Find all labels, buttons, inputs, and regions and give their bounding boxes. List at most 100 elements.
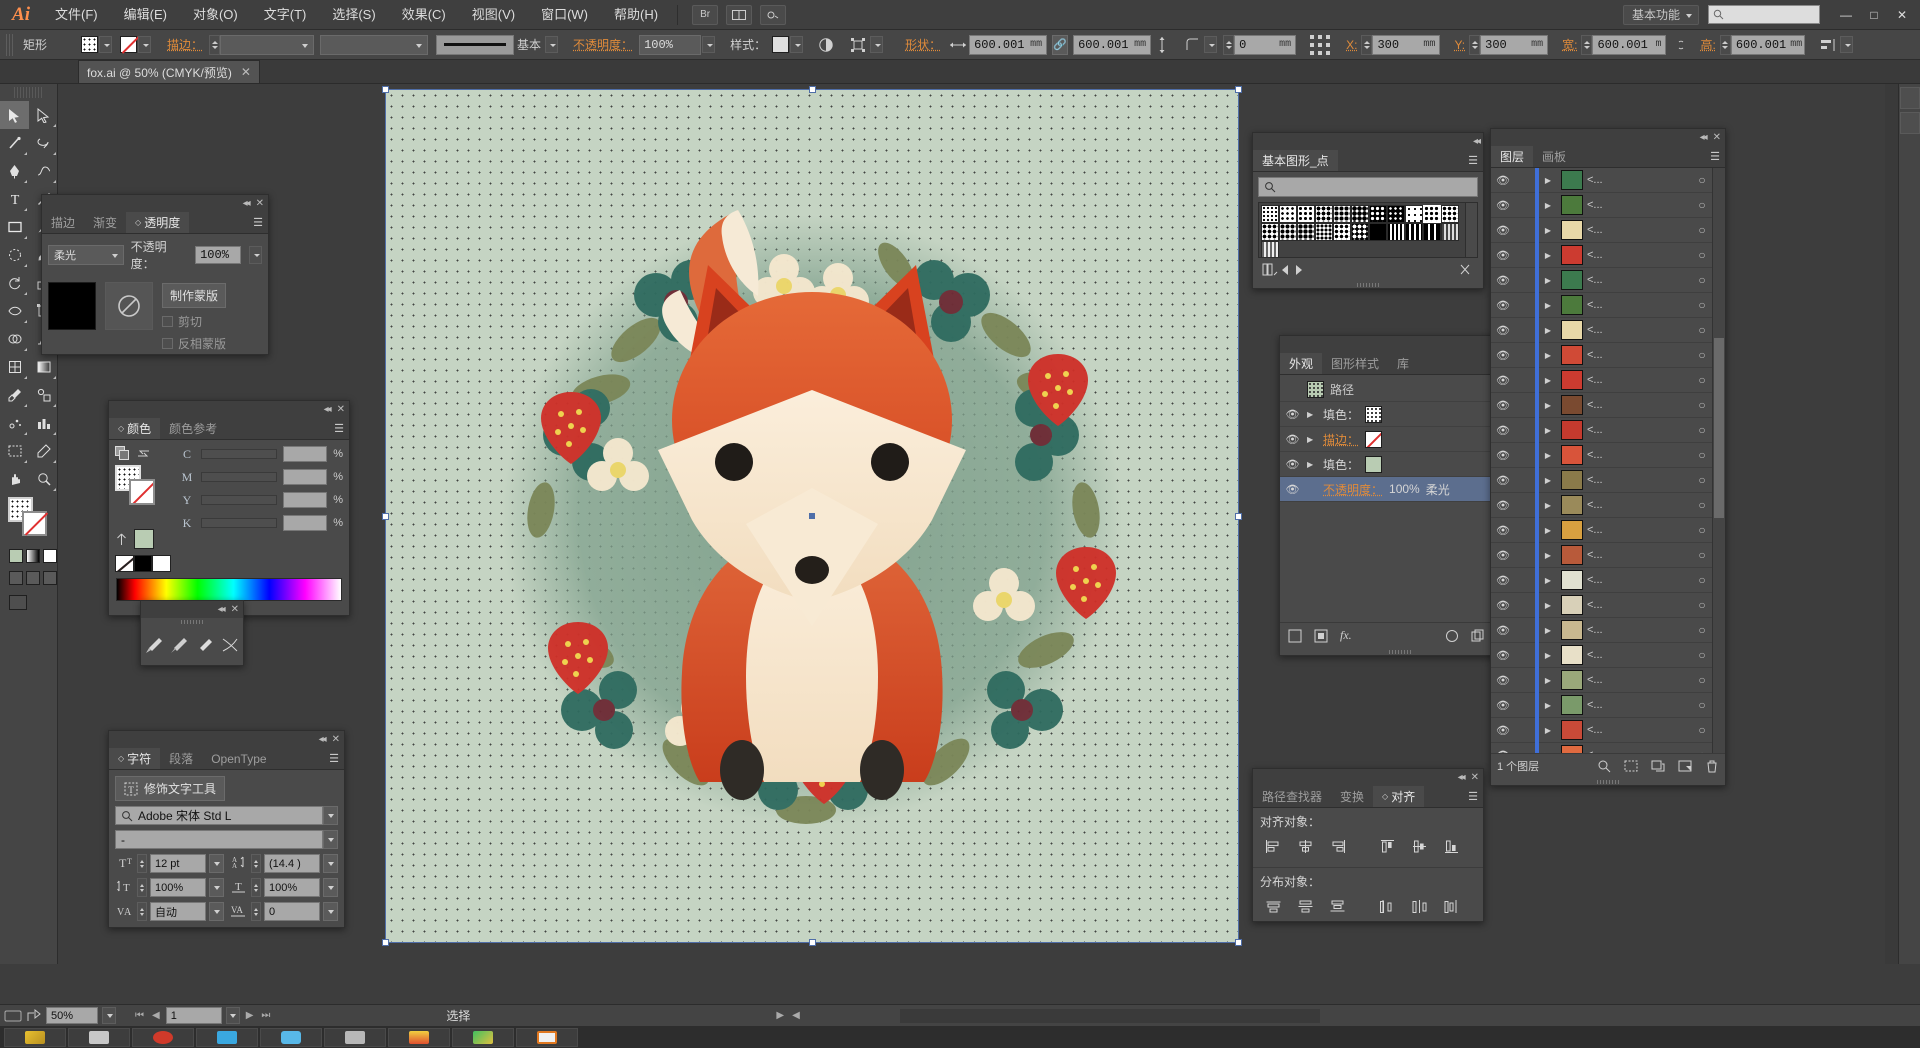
menu-type[interactable]: 文字(T) [251,0,320,30]
tab-color-guide[interactable]: 颜色参考 [160,418,226,439]
layer-visibility-icon[interactable]: 👁 [1491,699,1515,712]
layer-name[interactable]: <... [1587,649,1691,661]
add-new-fill-icon[interactable] [1314,629,1328,643]
layer-target-icon[interactable]: ○ [1691,623,1713,637]
shapes-grid-scrollbar[interactable] [1465,203,1477,257]
corner-type-icon[interactable] [1181,34,1203,56]
leading-dropdown-icon[interactable] [323,854,338,873]
tab-paragraph[interactable]: 段落 [160,748,202,769]
mask-thumbnail[interactable] [105,282,153,330]
tab-shapes-library[interactable]: 基本图形_点 [1253,150,1338,171]
h-stepper[interactable] [1719,34,1731,55]
layer-target-icon[interactable]: ○ [1691,223,1713,237]
swatch-dot-3[interactable] [1297,205,1315,223]
white-swatch[interactable] [152,555,172,572]
menu-file[interactable]: 文件(F) [42,0,111,30]
layer-visibility-icon[interactable]: 👁 [1491,724,1515,737]
current-fill-color[interactable] [134,529,154,549]
close-icon[interactable]: ✕ [332,734,340,745]
layer-visibility-icon[interactable]: 👁 [1491,624,1515,637]
font-family-input[interactable]: Adobe 宋体 Std L [115,806,323,825]
fill-stroke-indicator[interactable] [8,497,57,543]
layer-visibility-icon[interactable]: 👁 [1491,424,1515,437]
artboard-number-field[interactable]: 1 [165,1007,222,1024]
none-button[interactable] [43,549,57,563]
layer-row[interactable]: 👁 ▶ <...○ [1491,492,1725,518]
panel-menu-icon[interactable]: ☰ [329,748,344,769]
collapse-icon[interactable]: ◂◂ [319,734,327,745]
layer-visibility-icon[interactable]: 👁 [1491,399,1515,412]
tab-transform[interactable]: 变换 [1331,786,1373,807]
lasso-tool[interactable] [29,129,58,157]
none-swatch[interactable] [115,555,134,572]
invert-mask-checkbox-row[interactable]: 反相蒙版 [162,335,226,352]
layer-visibility-icon[interactable]: 👁 [1491,474,1515,487]
panel-menu-icon[interactable]: ☰ [1468,786,1483,807]
swatch-dot-2[interactable] [1279,205,1297,223]
layer-name[interactable]: <... [1587,349,1691,361]
close-icon[interactable]: ✕ [231,604,239,615]
layer-name[interactable]: <... [1587,674,1691,686]
swatch-dot-7[interactable] [1369,205,1387,223]
layers-panel-resize-grip[interactable] [1491,778,1725,785]
delete-layer-icon[interactable] [1705,759,1719,773]
stroke-swatch[interactable] [1365,430,1383,448]
layer-row[interactable]: 👁 ▶ <...○ [1491,692,1725,718]
layer-expand-icon[interactable]: ▶ [1539,451,1557,460]
layers-list[interactable]: 👁 ▶ <... ○ 👁 ▶ <... ○ 👁 ▶ <... ○ 👁 ▶ <... ○ 👁 ▶ <... ○ 👁 ▶ <..… [1491,168,1725,753]
stroke-swatch[interactable] [120,36,138,53]
graphic-style-swatch[interactable] [772,36,790,53]
swatch-solid-black[interactable] [1369,223,1387,241]
appearance-fill-row-1[interactable]: 👁 ▶ 填色： [1280,402,1519,427]
horizontal-scale-input[interactable]: 100% [264,878,320,897]
tab-stroke[interactable]: 描边 [42,212,84,233]
direct-selection-tool[interactable] [29,101,58,129]
shape-label[interactable]: 形状： [899,36,947,53]
arrange-documents-icon[interactable] [726,4,753,25]
appearance-opacity-label[interactable]: 不透明度： [1323,481,1383,498]
layer-target-icon[interactable]: ○ [1691,698,1713,712]
workspace-switcher-icon[interactable] [760,4,787,25]
layer-expand-icon[interactable]: ▶ [1539,476,1557,485]
panel-menu-icon[interactable]: ☰ [253,212,268,233]
layer-expand-icon[interactable]: ▶ [1539,551,1557,560]
tab-appearance[interactable]: 外观 [1280,353,1323,374]
taskbar-item-2[interactable] [68,1027,130,1047]
font-size-dropdown-icon[interactable] [209,854,224,873]
layer-row[interactable]: 👁 ▶ <...○ [1491,168,1725,193]
layer-row[interactable]: 👁 ▶ <...○ [1491,267,1725,293]
layer-name[interactable]: <... [1587,424,1691,436]
opacity-label[interactable]: 不透明度： [567,36,639,53]
layer-visibility-icon[interactable]: 👁 [1491,449,1515,462]
selection-handle-bc[interactable] [809,939,816,946]
gradient-tool[interactable] [29,353,58,381]
selection-handle-br[interactable] [1235,939,1242,946]
panel-menu-icon[interactable]: ☰ [1710,146,1725,167]
curvature-tool[interactable] [29,157,58,185]
transparency-opacity-field[interactable]: 100% [195,246,242,264]
taskbar-item-4[interactable] [196,1027,258,1047]
align-top-button[interactable] [1374,836,1400,856]
distribute-center-vertical-button[interactable] [1292,896,1318,916]
swatch-dot-16[interactable] [1351,223,1369,241]
layer-target-icon[interactable]: ○ [1691,648,1713,662]
selection-handle-mr[interactable] [1235,513,1242,520]
layer-expand-icon[interactable]: ▶ [1539,576,1557,585]
distribute-bottom-button[interactable] [1324,896,1350,916]
layer-row[interactable]: 👁 ▶ <...○ [1491,242,1725,268]
layer-visibility-icon[interactable]: 👁 [1491,199,1515,212]
vertical-scale-stepper[interactable] [137,878,147,897]
normal-screen-mode-icon[interactable] [9,571,23,585]
layer-row[interactable]: 👁 ▶ <...○ [1491,467,1725,493]
swatch-dot-4[interactable] [1315,205,1333,223]
layer-name[interactable]: <... [1587,574,1691,586]
clip-checkbox[interactable] [162,316,173,327]
close-icon[interactable]: ✕ [1888,4,1916,26]
arrow-up-icon[interactable] [115,533,128,546]
dock-icon-2[interactable] [1900,112,1920,134]
color-stroke-swatch[interactable] [129,479,155,505]
align-right-button[interactable] [1324,836,1350,856]
minimize-icon[interactable]: — [1832,4,1860,26]
collapse-icon[interactable]: ◂◂ [243,198,251,209]
bridge-button[interactable]: Br [692,4,719,25]
